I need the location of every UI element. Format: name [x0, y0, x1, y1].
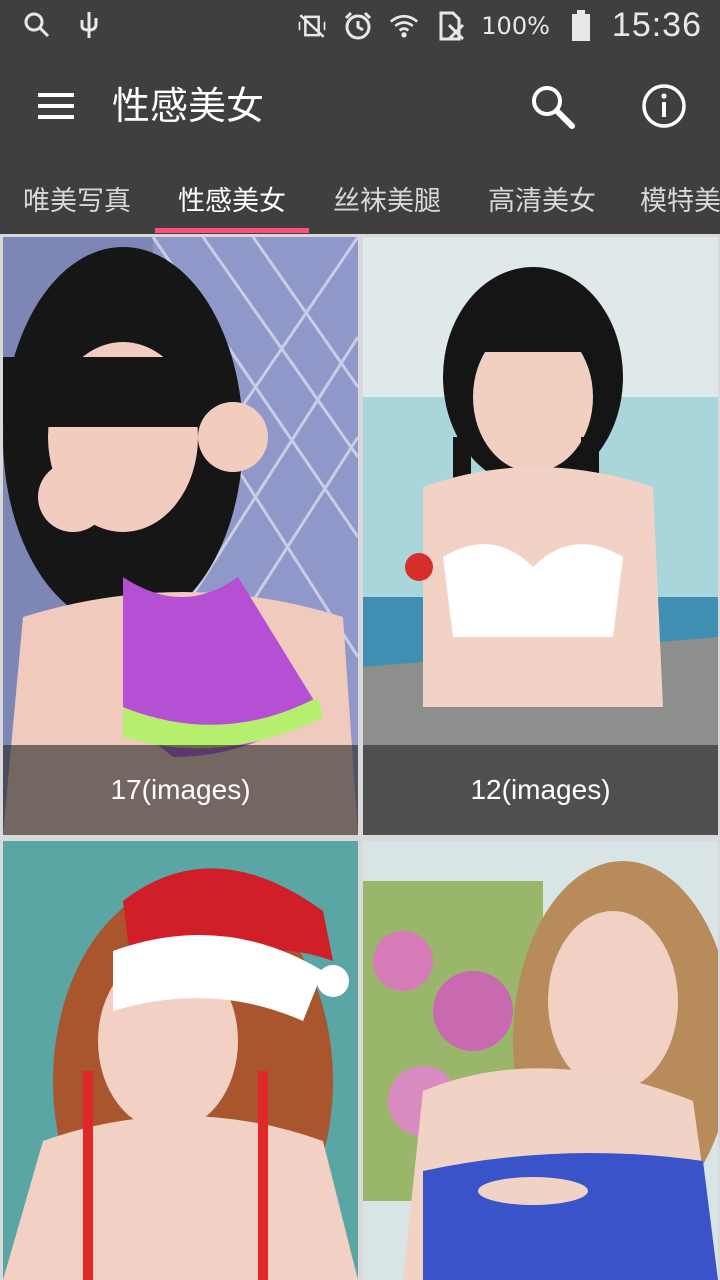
usb-icon [74, 10, 104, 40]
menu-icon[interactable] [30, 80, 82, 132]
info-icon[interactable] [636, 78, 692, 134]
vibrate-mute-icon [297, 11, 327, 41]
tab-model[interactable]: 模特美 [630, 162, 720, 234]
app-toolbar: 性感美女 [0, 54, 720, 162]
alarm-icon [343, 11, 373, 41]
photo-grid: 17(images) 12(images) [0, 234, 720, 1280]
battery-icon [566, 9, 596, 41]
category-tabs: 唯美写真 性感美女 丝袜美腿 高清美女 模特美 [0, 162, 720, 234]
battery-percent: 100% [481, 11, 550, 40]
tab-hd-beauty[interactable]: 高清美女 [465, 162, 619, 234]
album-photo [363, 841, 718, 1280]
wifi-icon [389, 11, 419, 41]
no-sim-icon [435, 11, 465, 41]
image-count-label: 17(images) [3, 745, 358, 835]
search-icon[interactable] [524, 78, 580, 134]
clock: 15:36 [611, 6, 702, 44]
album-card[interactable] [363, 841, 718, 1280]
page-title: 性感美女 [112, 84, 265, 128]
album-card[interactable] [3, 841, 358, 1280]
tab-indicator [155, 228, 309, 233]
image-count-label: 12(images) [363, 745, 718, 835]
tab-stockings-legs[interactable]: 丝袜美腿 [310, 162, 464, 234]
status-bar: 100% 15:36 [0, 0, 720, 54]
search-icon [22, 10, 52, 40]
album-card[interactable]: 17(images) [3, 237, 358, 835]
tab-aesthetic-photos[interactable]: 唯美写真 [0, 162, 154, 234]
album-card[interactable]: 12(images) [363, 237, 718, 835]
tab-sexy-beauty[interactable]: 性感美女 [155, 162, 309, 234]
album-photo [3, 841, 358, 1280]
